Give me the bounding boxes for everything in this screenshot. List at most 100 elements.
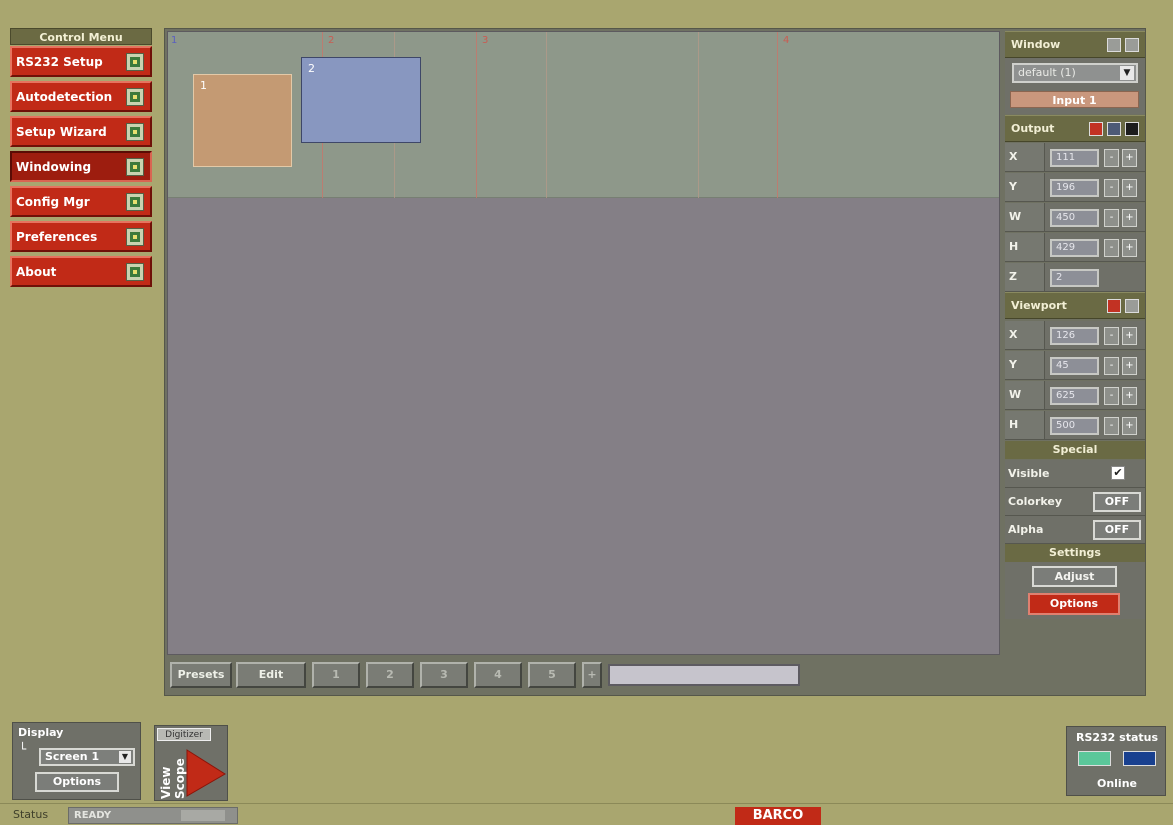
viewport-h-decrement-button[interactable]: - [1104,417,1119,435]
viewport-w-row: W 625 - + [1005,381,1145,410]
preset-2-button[interactable]: 2 [366,662,414,688]
output-w-input[interactable]: 450 [1050,209,1099,227]
viewport-x-input[interactable]: 126 [1050,327,1099,345]
viewport-y-input[interactable]: 45 [1050,357,1099,375]
output-h-increment-button[interactable]: + [1122,239,1137,257]
menu-item-config-mgr[interactable]: Config Mgr [10,186,152,217]
lock-icon[interactable] [1125,121,1139,136]
preset-add-button[interactable]: + [582,662,602,688]
output-x-row: X 111 - + [1005,143,1145,172]
window-label: 2 [308,62,315,75]
presets-edit-button[interactable]: Edit [236,662,306,688]
viewport-h-increment-button[interactable]: + [1122,417,1137,435]
window-select-value: default (1) [1018,66,1076,79]
viewscope-module[interactable]: Digitizer View Scope [154,725,228,801]
output-h-row: H 429 - + [1005,233,1145,262]
menu-item-label: Config Mgr [16,194,90,209]
settings-options-button[interactable]: Options [1028,593,1120,615]
viewport-x-decrement-button[interactable]: - [1104,327,1119,345]
window-2[interactable]: 2 [301,57,421,143]
preset-4-button[interactable]: 4 [474,662,522,688]
screen-select-value: Screen 1 [45,750,100,763]
viewport-color-icon[interactable] [1107,298,1121,313]
preset-5-button[interactable]: 5 [528,662,576,688]
edit-window-icon[interactable] [1107,37,1121,52]
presets-label: Presets [170,662,232,688]
adjust-button[interactable]: Adjust [1032,566,1117,587]
visible-row: Visible ✔ [1005,460,1145,488]
alpha-toggle[interactable]: OFF [1093,520,1141,540]
menu-item-label: Preferences [16,229,98,244]
viewport-y-increment-button[interactable]: + [1122,357,1137,375]
viewport-w-decrement-button[interactable]: - [1104,387,1119,405]
viewport-w-input[interactable]: 625 [1050,387,1099,405]
output-x-decrement-button[interactable]: - [1104,149,1119,167]
menu-item-label: RS232 Setup [16,54,103,69]
viewport-panel-header: Viewport [1005,292,1145,319]
screen-divider [546,32,547,198]
output-y-increment-button[interactable]: + [1122,179,1137,197]
menu-item-preferences[interactable]: Preferences [10,221,152,252]
window-panel-header: Window [1005,31,1145,58]
windowing-icon [126,157,144,176]
output-h-input[interactable]: 429 [1050,239,1099,257]
param-label: H [1005,411,1045,439]
screen-number: 4 [783,35,790,46]
chevron-down-icon: ▼ [119,751,131,763]
viewport-h-input[interactable]: 500 [1050,417,1099,435]
param-label: W [1005,203,1045,231]
output-screen-icon[interactable] [1107,121,1121,136]
digitizer-tab[interactable]: Digitizer [157,728,211,741]
rx-indicator-icon [1123,751,1156,766]
alpha-label: Alpha [1008,523,1044,536]
viewport-reset-icon[interactable] [1125,298,1139,313]
output-h-decrement-button[interactable]: - [1104,239,1119,257]
menu-item-windowing[interactable]: Windowing [10,151,152,182]
preset-name-input[interactable] [608,664,800,686]
output-w-increment-button[interactable]: + [1122,209,1137,227]
menu-item-about[interactable]: About [10,256,152,287]
menu-item-autodetection[interactable]: Autodetection [10,81,152,112]
output-w-decrement-button[interactable]: - [1104,209,1119,227]
viewport-x-increment-button[interactable]: + [1122,327,1137,345]
output-color-icon[interactable] [1089,121,1103,136]
output-y-input[interactable]: 196 [1050,179,1099,197]
alpha-row: Alpha OFF [1005,516,1145,544]
screen-divider [476,32,477,198]
screen-number: 1 [171,35,178,46]
status-field: READY [68,807,238,824]
windowing-canvas[interactable]: 1 2 3 4 1 2 [167,31,1000,655]
settings-section-title: Settings [1005,544,1145,562]
output-z-row: Z 2 [1005,263,1145,292]
viewport-y-row: Y 45 - + [1005,351,1145,380]
tx-indicator-icon [1078,751,1111,766]
about-icon [126,262,144,281]
viewport-y-decrement-button[interactable]: - [1104,357,1119,375]
output-y-decrement-button[interactable]: - [1104,179,1119,197]
visible-label: Visible [1008,467,1050,480]
select-window-icon[interactable] [1125,37,1139,52]
colorkey-toggle[interactable]: OFF [1093,492,1141,512]
rs232-status-title: RS232 status [1075,731,1159,744]
param-label: H [1005,233,1045,261]
window-select[interactable]: default (1) ▼ [1012,63,1138,83]
input-source-label[interactable]: Input 1 [1010,91,1139,108]
menu-item-label: Autodetection [16,89,113,104]
screen-layout-region: 1 2 3 4 [168,32,999,198]
menu-item-rs232-setup[interactable]: RS232 Setup [10,46,152,77]
menu-item-setup-wizard[interactable]: Setup Wizard [10,116,152,147]
display-options-button[interactable]: Options [35,772,119,792]
output-x-increment-button[interactable]: + [1122,149,1137,167]
output-x-input[interactable]: 111 [1050,149,1099,167]
screen-select[interactable]: Screen 1 ▼ [39,748,135,766]
preset-1-button[interactable]: 1 [312,662,360,688]
viewport-x-row: X 126 - + [1005,321,1145,350]
viewport-h-row: H 500 - + [1005,411,1145,440]
viewport-panel-title: Viewport [1011,299,1067,312]
visible-checkbox[interactable]: ✔ [1111,466,1125,480]
param-label: Y [1005,173,1045,201]
output-z-input[interactable]: 2 [1050,269,1099,287]
viewport-w-increment-button[interactable]: + [1122,387,1137,405]
preset-3-button[interactable]: 3 [420,662,468,688]
window-1[interactable]: 1 [193,74,292,167]
